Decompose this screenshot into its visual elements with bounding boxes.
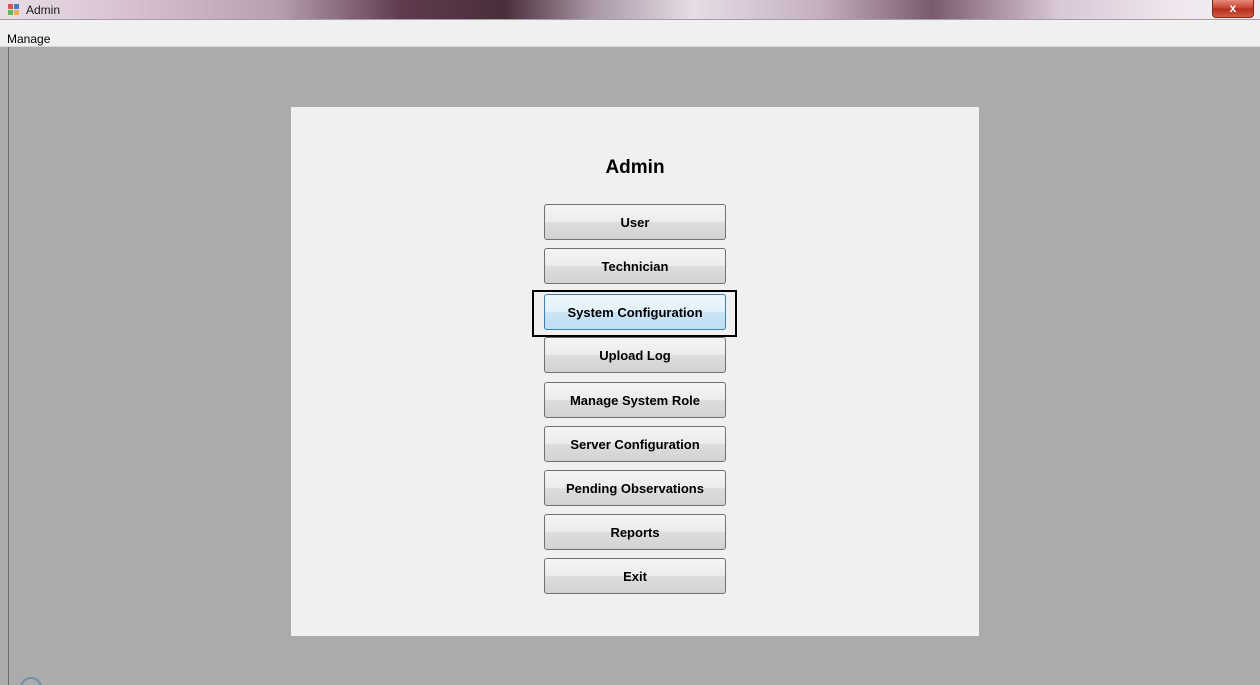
technician-button[interactable]: Technician — [544, 248, 726, 284]
window-title: Admin — [26, 3, 61, 17]
exit-button[interactable]: Exit — [544, 558, 726, 594]
upload-log-button[interactable]: Upload Log — [544, 337, 726, 373]
menu-bar: Manage — [0, 20, 1260, 47]
reports-button[interactable]: Reports — [544, 514, 726, 550]
menu-item-manage[interactable]: Manage — [7, 32, 50, 46]
title-bar: Admin x — [0, 0, 1260, 20]
manage-system-role-button[interactable]: Manage System Role — [544, 382, 726, 418]
user-button[interactable]: User — [544, 204, 726, 240]
close-button[interactable]: x — [1212, 0, 1254, 18]
app-form-icon — [8, 4, 22, 16]
server-configuration-button[interactable]: Server Configuration — [544, 426, 726, 462]
close-icon: x — [1229, 1, 1237, 15]
system-configuration-button[interactable]: System Configuration — [544, 294, 726, 330]
admin-panel: Admin User Technician System Configurati… — [291, 107, 979, 636]
pending-observations-button[interactable]: Pending Observations — [544, 470, 726, 506]
panel-heading: Admin — [605, 157, 665, 178]
